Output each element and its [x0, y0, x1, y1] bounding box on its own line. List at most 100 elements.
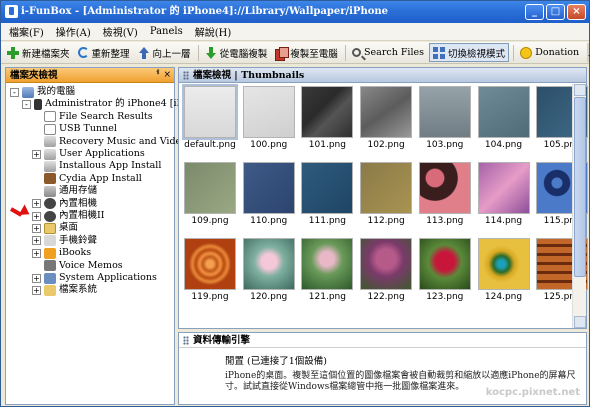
thumbnail[interactable]: 124.png [477, 238, 530, 302]
toolbar-button-label: 新建檔案夾 [22, 48, 70, 60]
expand-toggle[interactable]: + [32, 223, 41, 233]
thumbnail[interactable]: 110.png [242, 162, 295, 226]
tree-node[interactable]: Installous App Install [32, 160, 161, 172]
expand-toggle[interactable]: + [32, 273, 41, 283]
toolbar-button[interactable]: Search Files [349, 43, 427, 62]
thumbnail[interactable]: 101.png [301, 86, 354, 150]
thumbnail-image[interactable] [360, 86, 413, 138]
toolbar-button[interactable]: 重新整理 [75, 43, 133, 62]
transfer-engine-panel: 資料傳輸引擎 閒置 (已連接了1個設備) iPhone的桌面。複製至這個位置的圖… [178, 332, 587, 405]
tree-node[interactable]: + System Applications [32, 272, 157, 284]
toolbar-overflow-button[interactable] [587, 43, 590, 62]
thumbnail[interactable]: 123.png [418, 238, 471, 302]
thumbnail-image[interactable] [242, 162, 295, 214]
thumbnail-image[interactable] [184, 238, 236, 290]
thumbnail[interactable]: default.png [182, 84, 238, 150]
expand-toggle[interactable]: + [32, 149, 41, 159]
thumbnail[interactable]: 122.png [360, 238, 413, 302]
close-button[interactable]: × [567, 4, 586, 20]
panel-close-icon[interactable]: × [163, 68, 171, 83]
toolbar-button[interactable]: 從電腦複製 [202, 43, 271, 62]
menu-item[interactable]: 解說(H) [195, 24, 232, 39]
thumbnail[interactable]: 120.png [242, 238, 295, 302]
tree-node[interactable]: + 手機鈴聲 [32, 235, 97, 247]
tree-node[interactable]: - 我的電腦 [10, 86, 75, 98]
thumbnail-image[interactable] [418, 86, 471, 138]
toolbar-button[interactable]: 複製至電腦 [272, 43, 341, 62]
thumbnail-image[interactable] [301, 86, 354, 138]
pin-icon[interactable]: ᅦ [152, 68, 160, 83]
thumbnail-image[interactable] [242, 238, 295, 290]
expand-toggle[interactable]: - [10, 87, 19, 97]
title-bar[interactable]: i-FunBox - [Administrator 的 iPhone4]://L… [1, 1, 589, 23]
menu-item[interactable]: 檢視(V) [103, 24, 138, 39]
thumbnail[interactable]: 121.png [301, 238, 354, 302]
menu-item[interactable]: Panels [150, 26, 183, 37]
thumbnail-image[interactable] [242, 86, 295, 138]
toolbar-button[interactable]: 切換檢視模式 [429, 43, 510, 62]
scroll-down-button[interactable] [574, 316, 586, 328]
expand-toggle[interactable]: + [32, 285, 41, 295]
tree-node-label: 通用存儲 [59, 185, 98, 197]
thumbnail[interactable]: 119.png [184, 238, 236, 302]
tree-node[interactable]: File Search Results [32, 111, 153, 123]
expand-toggle[interactable]: + [32, 211, 41, 221]
thumbnail[interactable]: 100.png [242, 86, 295, 150]
tree-node[interactable]: + 檔案系統 [32, 284, 97, 296]
thumbnail-image[interactable] [477, 238, 530, 290]
tree-node-label: File Search Results [59, 110, 153, 122]
file-view-panel: 檔案檢視 | Thumbnails default.png 100.png 101.… [178, 67, 589, 329]
toolbar-button[interactable]: 向上一層 [135, 43, 194, 62]
thumbnail-image[interactable] [182, 84, 238, 140]
scroll-up-button[interactable] [574, 84, 586, 96]
expand-toggle[interactable]: + [32, 199, 41, 209]
thumbnail-label: 113.png [426, 216, 464, 226]
minimize-button[interactable]: _ [525, 4, 544, 20]
thumbnail-image[interactable] [301, 238, 354, 290]
tree-node-label: Recovery Music and Video [59, 135, 187, 147]
scroll-thumb[interactable] [574, 97, 586, 277]
tree-node[interactable]: + User Applications [32, 148, 145, 160]
tree-node[interactable]: + 桌面 [32, 222, 78, 234]
toolbar-button-label: 向上一層 [152, 48, 191, 60]
thumbnail[interactable]: 102.png [360, 86, 413, 150]
thumbnail-image[interactable] [418, 162, 471, 214]
thumbnail[interactable]: 109.png [184, 162, 236, 226]
thumbnail-image[interactable] [418, 238, 471, 290]
thumbnail[interactable]: 104.png [477, 86, 530, 150]
thumbnail[interactable]: 112.png [360, 162, 413, 226]
expand-toggle[interactable]: - [22, 99, 31, 109]
thumbnail[interactable]: 103.png [418, 86, 471, 150]
watermark-text: kocpc.pixnet.net [485, 387, 580, 398]
tree-node[interactable]: Recovery Music and Video [32, 136, 187, 148]
tree-node[interactable]: USB Tunnel [32, 123, 117, 135]
tree-node[interactable]: 通用存儲 [32, 185, 97, 197]
thumbnail-label: 112.png [367, 216, 405, 226]
tree-node-label: 內置相機II [59, 210, 105, 221]
thumbnail[interactable]: 111.png [301, 162, 354, 226]
maximize-button[interactable]: □ [546, 4, 565, 20]
vertical-scrollbar[interactable] [572, 84, 586, 328]
thumbnail-image[interactable] [477, 162, 530, 214]
thumbnail[interactable]: 113.png [418, 162, 471, 226]
expand-toggle[interactable]: + [32, 236, 41, 246]
toolbar-button[interactable]: Donation [517, 43, 582, 62]
menu-item[interactable]: 操作(A) [56, 24, 91, 39]
app-icon [44, 136, 56, 148]
tree-node[interactable]: + 內置相機 [32, 198, 97, 210]
tree-node[interactable]: Cydia App Install [32, 173, 142, 185]
toolbar-button[interactable]: 新建檔案夾 [4, 43, 73, 62]
thumbnail[interactable]: 114.png [477, 162, 530, 226]
thumbnail-image[interactable] [360, 238, 413, 290]
tree-node[interactable]: Voice Memos [32, 260, 123, 272]
thumbnail-image[interactable] [360, 162, 413, 214]
toolbar: 新建檔案夾 重新整理 向上一層 從電腦複製 複製至電腦 Search Files 切換檢視模… [1, 42, 590, 64]
thumbnail-image[interactable] [184, 162, 236, 214]
tree-node[interactable]: + 內置相機II [32, 210, 105, 222]
expand-toggle[interactable]: + [32, 248, 41, 258]
menu-item[interactable]: 檔案(F) [9, 24, 44, 39]
thumbnail-label: 100.png [250, 140, 288, 150]
tree-node[interactable]: + iBooks [32, 247, 91, 259]
thumbnail-image[interactable] [477, 86, 530, 138]
thumbnail-image[interactable] [301, 162, 354, 214]
